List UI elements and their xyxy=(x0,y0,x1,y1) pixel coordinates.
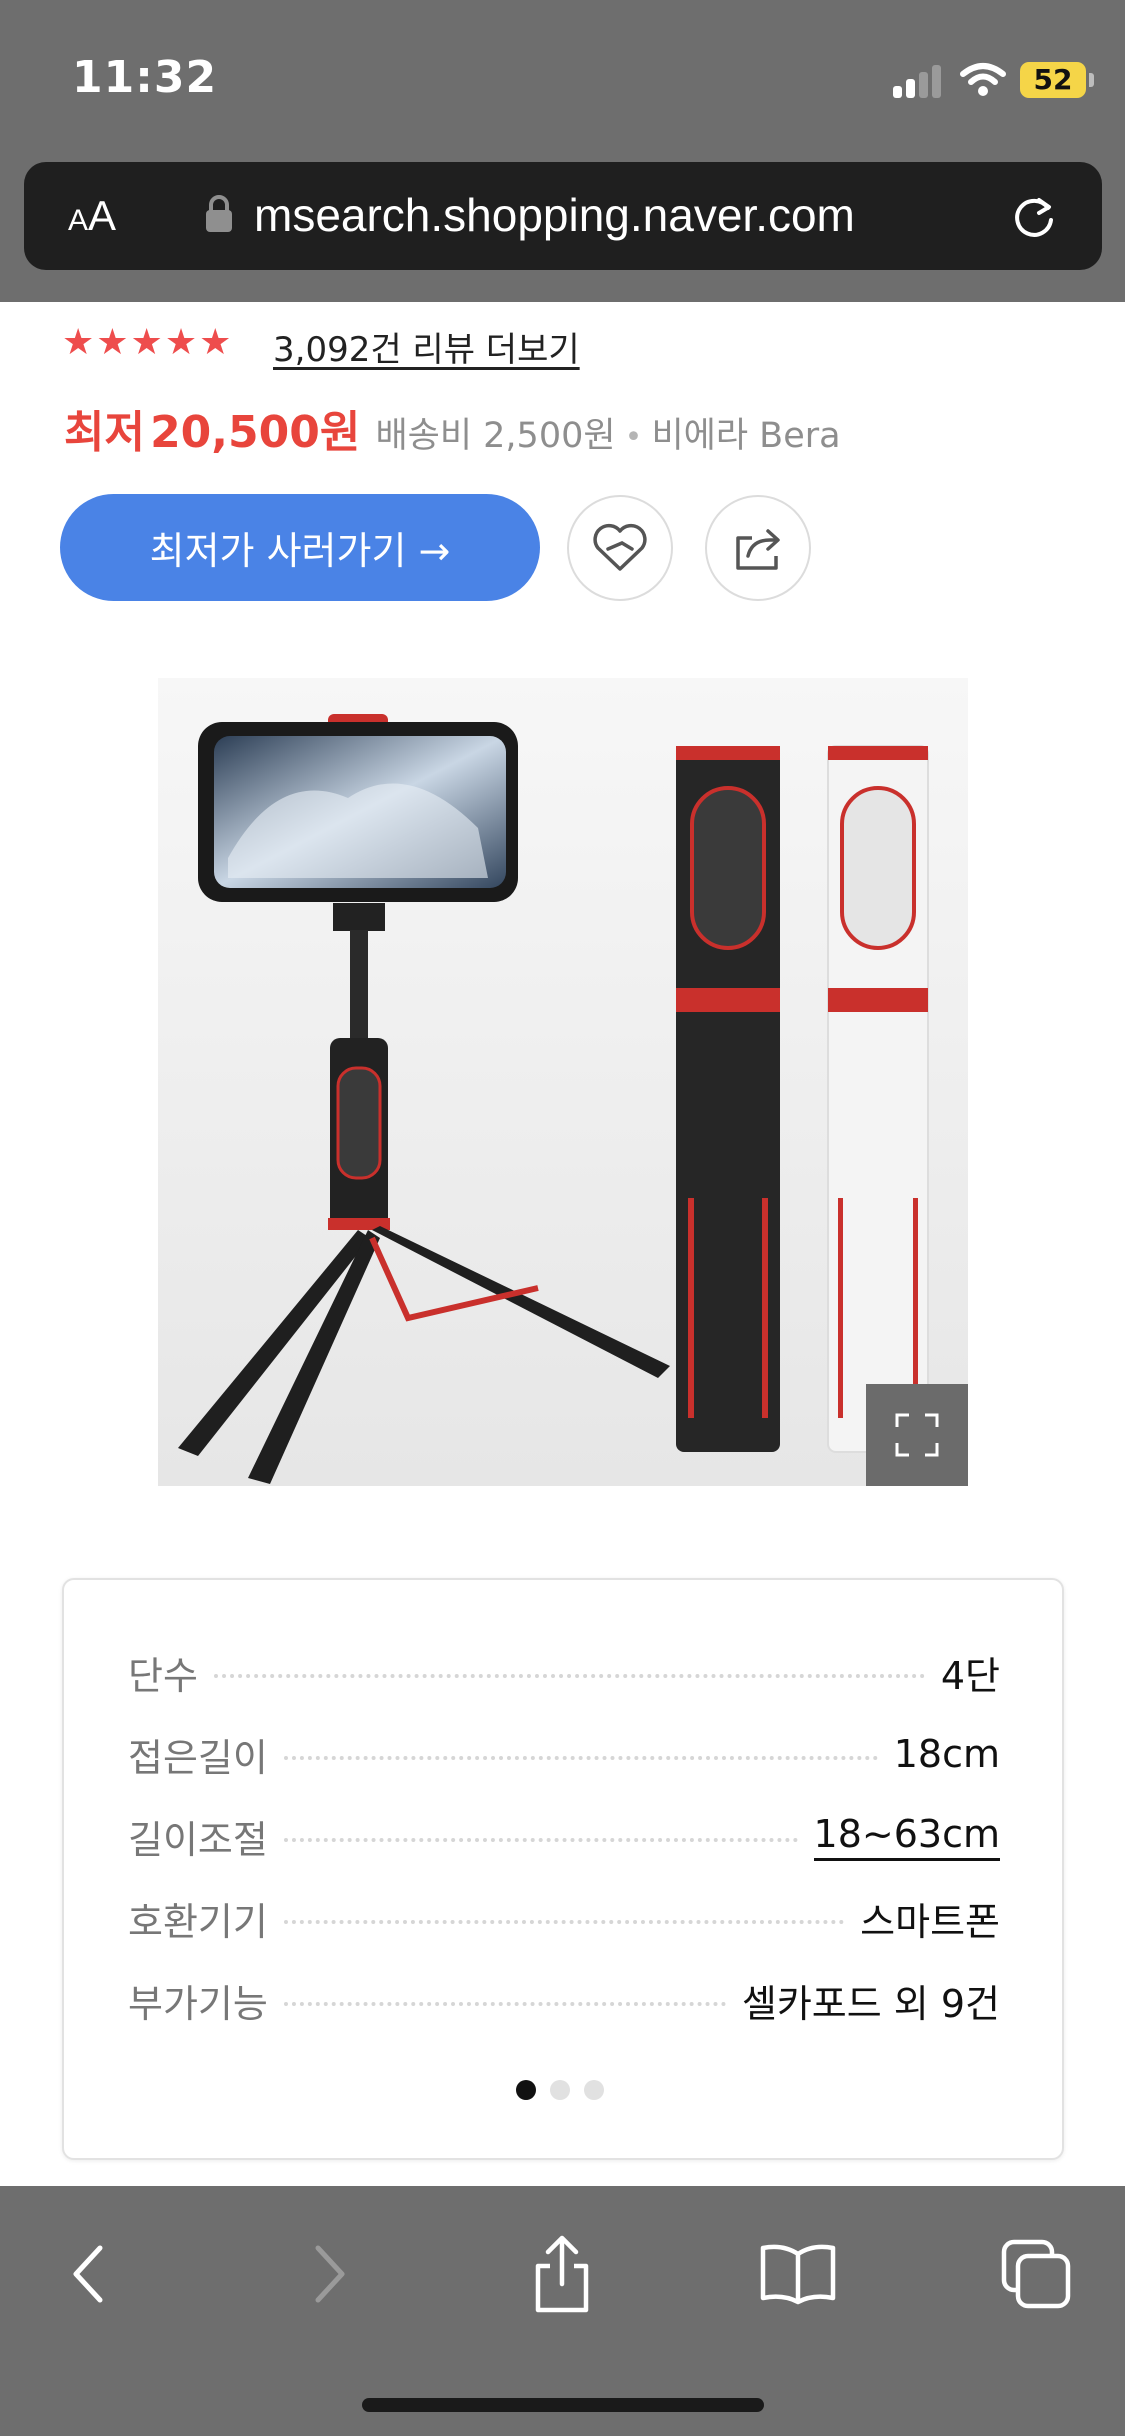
bookmarks-icon xyxy=(760,2244,836,2305)
bookmarks-button[interactable] xyxy=(758,2234,838,2314)
spec-row-compatible-devices: 호환기기 스마트폰 xyxy=(128,1888,1000,1948)
pager-dot[interactable] xyxy=(550,2080,570,2100)
shipping-fee: 배송비 2,500원 xyxy=(375,416,616,456)
text-size-large-a: A xyxy=(88,192,117,239)
share-icon xyxy=(736,529,780,570)
share-button[interactable] xyxy=(705,495,811,601)
spec-label: 접은길이 xyxy=(128,1735,268,1780)
spec-card: 단수 4단 접은길이 18cm 길이조절 18~63cm 호환기기 스마트폰 부… xyxy=(62,1578,1064,2160)
spec-leader xyxy=(283,1920,845,1924)
price-row: 최저 20,500원 배송비 2,500원 • 비에라 Bera xyxy=(64,396,841,460)
spec-value: 스마트폰 xyxy=(860,1899,1000,1944)
browser-bottom-toolbar xyxy=(0,2186,1125,2436)
spec-leader xyxy=(283,1838,798,1842)
spec-row-length-adjust: 길이조절 18~63cm xyxy=(128,1806,1000,1866)
selfie-stick-tripod-photo xyxy=(158,678,968,1486)
rating-stars: ★★★★★ xyxy=(62,322,234,363)
spec-leader xyxy=(213,1674,925,1678)
home-indicator xyxy=(362,2398,764,2412)
wishlist-button[interactable] xyxy=(567,495,673,601)
share-icon xyxy=(535,2235,589,2313)
share-page-button[interactable] xyxy=(522,2234,602,2314)
browser-top-bar: 11:32 52 AA msearch.shopping.naver.com xyxy=(0,0,1125,302)
wifi-icon xyxy=(960,63,1006,96)
pager-dot-active[interactable] xyxy=(516,2080,536,2100)
tabs-icon xyxy=(1001,2239,1071,2309)
spec-value-link[interactable]: 18~63cm xyxy=(813,1812,1000,1861)
spec-row-folded-length: 접은길이 18cm xyxy=(128,1724,1000,1784)
signal-icon xyxy=(893,64,943,98)
text-size-small-a: A xyxy=(68,204,89,237)
expand-icon xyxy=(895,1413,939,1457)
spec-label: 길이조절 xyxy=(128,1817,268,1862)
spec-value: 18cm xyxy=(893,1732,1000,1776)
heart-icon xyxy=(593,523,647,571)
spec-value: 셀카포드 외 9건 xyxy=(741,1981,1000,2026)
product-image[interactable] xyxy=(158,678,968,1486)
spec-value: 4단 xyxy=(940,1653,1000,1698)
pager-dot[interactable] xyxy=(584,2080,604,2100)
address-bar[interactable]: AA msearch.shopping.naver.com xyxy=(24,162,1102,270)
spec-label: 호환기기 xyxy=(128,1899,268,1944)
price-label: 최저 xyxy=(64,407,145,458)
forward-button[interactable] xyxy=(290,2234,370,2314)
spec-pager[interactable] xyxy=(516,2080,604,2100)
spec-leader xyxy=(283,2002,726,2006)
forward-icon xyxy=(315,2245,345,2303)
seller-name[interactable]: 비에라 Bera xyxy=(651,416,840,456)
review-link[interactable]: 3,092건 리뷰 더보기 xyxy=(273,322,580,371)
separator-dot: • xyxy=(624,420,643,455)
lock-icon xyxy=(206,195,232,232)
spec-label: 부가기능 xyxy=(128,1981,268,2026)
spec-row-extra-features: 부가기능 셀카포드 외 9건 xyxy=(128,1970,1000,2030)
reload-icon[interactable] xyxy=(1008,190,1060,242)
battery-icon: 52 xyxy=(1020,62,1086,98)
tabs-button[interactable] xyxy=(996,2234,1076,2314)
back-button[interactable] xyxy=(48,2234,128,2314)
spec-leader xyxy=(283,1756,878,1760)
back-icon xyxy=(73,2245,103,2303)
buy-lowest-price-button[interactable]: 최저가 사러가기 → xyxy=(60,494,540,601)
status-time: 11:32 xyxy=(72,52,218,103)
expand-image-button[interactable] xyxy=(866,1384,968,1486)
battery-cap xyxy=(1089,73,1094,87)
spec-label: 단수 xyxy=(128,1653,198,1698)
text-size-button[interactable]: AA xyxy=(68,192,116,240)
spec-row-stages: 단수 4단 xyxy=(128,1642,1000,1702)
url-text[interactable]: msearch.shopping.naver.com xyxy=(254,188,855,242)
price-value: 20,500원 xyxy=(150,407,361,458)
